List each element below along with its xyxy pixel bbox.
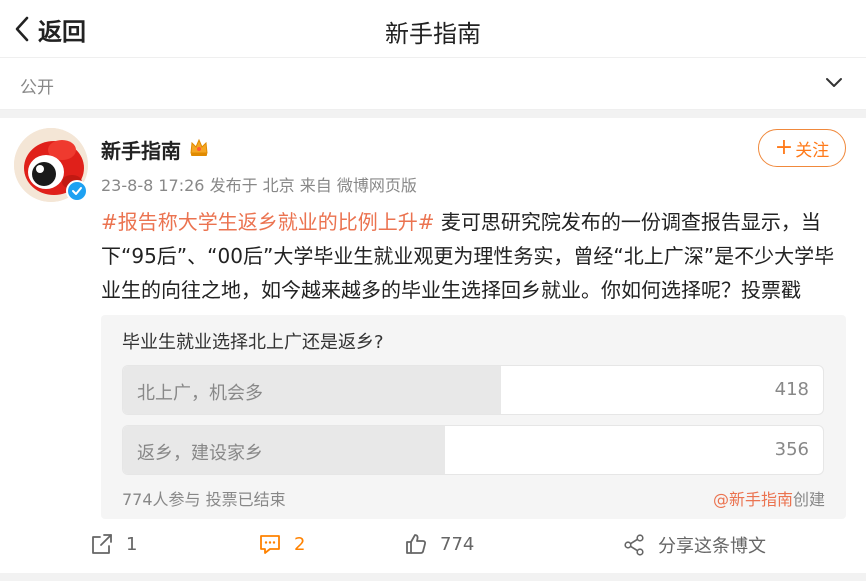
visibility-label: 公开 [20, 78, 54, 98]
chevron-down-icon[interactable] [824, 72, 844, 94]
poll-creator-info: @新手指南创建 [713, 486, 825, 510]
poll-card: 毕业生就业选择北上广还是返乡? 北上广，机会多 418 返乡，建设家乡 356 … [101, 315, 846, 519]
repost-count: 1 [126, 533, 138, 555]
hashtag-link[interactable]: #报告称大学生返乡就业的比例上升# [101, 210, 435, 234]
source-prefix: 来自 [299, 176, 332, 195]
comment-count: 2 [294, 533, 306, 555]
share-post-label: 分享这条博文 [658, 536, 766, 557]
page-title: 新手指南 [385, 20, 481, 48]
post-meta: 23-8-8 17:26 发布于 北京 来自 微博网页版 [101, 172, 417, 196]
repost-button[interactable]: 1 [90, 532, 137, 556]
like-button[interactable]: 774 [404, 532, 474, 556]
crown-icon [190, 138, 208, 156]
post-location: 北京 [262, 176, 295, 195]
comment-icon [260, 535, 280, 554]
poll-option[interactable]: 北上广，机会多 418 [122, 365, 824, 415]
action-bar: 1 2 774 分享这条博文 [0, 528, 866, 568]
poll-question: 毕业生就业选择北上广还是返乡? [122, 332, 384, 353]
poll-creator-link[interactable]: @新手指南 [713, 490, 793, 509]
poll-option-label: 返乡，建设家乡 [137, 443, 263, 464]
thumbs-up-icon [406, 534, 427, 554]
post-body: #报告称大学生返乡就业的比例上升# 麦可思研究院发布的一份调查报告显示，当下“9… [101, 205, 851, 307]
poll-creator-suffix: 创建 [792, 490, 825, 509]
post-timestamp[interactable]: 23-8-8 17:26 [101, 176, 204, 195]
share-out-icon [92, 534, 112, 554]
top-bar: 返回 新手指南 [0, 0, 866, 58]
like-count: 774 [440, 533, 475, 555]
poll-stats: 774人参与 投票已结束 [122, 486, 286, 510]
poll-option-count: 356 [774, 439, 809, 460]
divider [0, 110, 866, 118]
comment-button[interactable]: 2 [258, 532, 305, 556]
divider [0, 573, 866, 581]
share-post-button[interactable]: 分享这条博文 [622, 532, 766, 558]
published-prefix: 发布于 [209, 176, 258, 195]
plus-icon: + [774, 135, 794, 160]
author-name[interactable]: 新手指南 [101, 135, 181, 164]
poll-status: 投票已结束 [205, 490, 286, 509]
poll-option-count: 418 [774, 379, 809, 400]
poll-option[interactable]: 返乡，建设家乡 356 [122, 425, 824, 475]
follow-button[interactable]: + 关注 [758, 129, 846, 167]
follow-label: 关注 [795, 140, 830, 161]
post-source: 微博网页版 [336, 176, 417, 195]
visibility-selector[interactable]: 公开 [0, 58, 866, 110]
verified-badge-icon [66, 180, 88, 202]
poll-participants: 774人参与 [122, 490, 201, 509]
share-icon [624, 534, 644, 556]
poll-option-label: 北上广，机会多 [137, 383, 263, 404]
